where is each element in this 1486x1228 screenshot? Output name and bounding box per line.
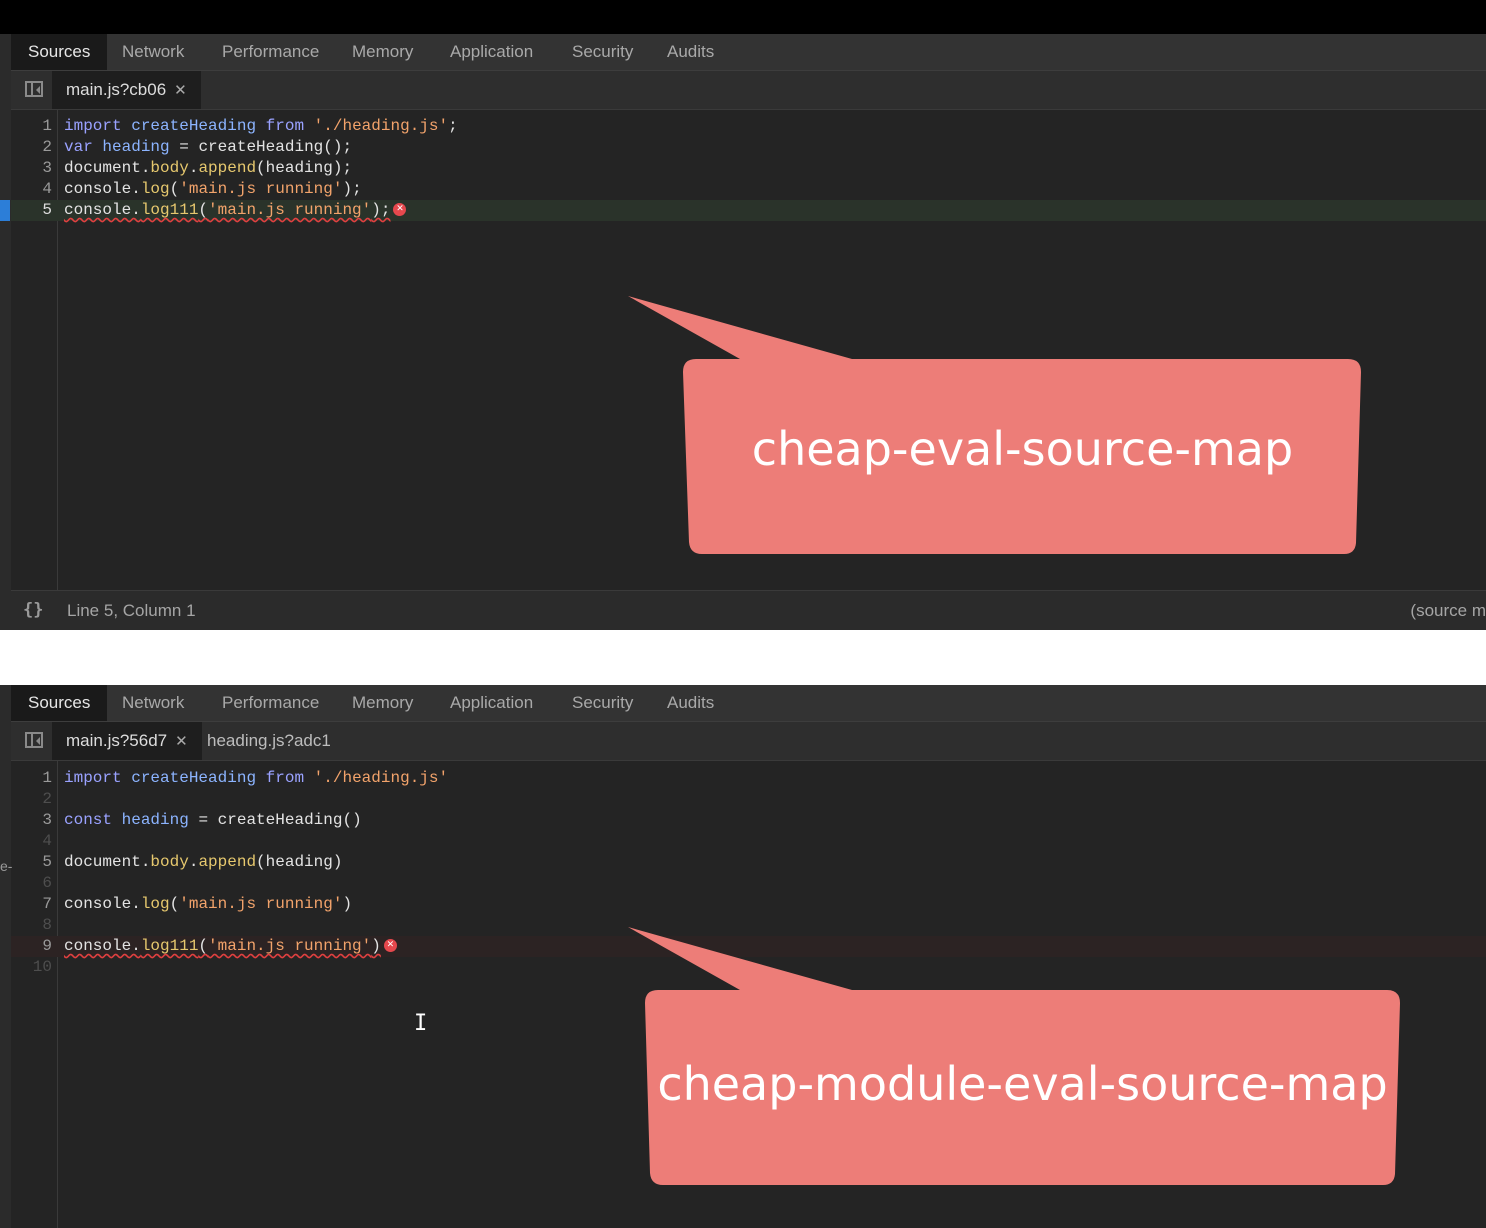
code-line: 1 import createHeading from './heading.j… — [11, 768, 1486, 789]
code-text: console.log111('main.js running'); ✕ — [64, 200, 407, 221]
code-line: 6 — [11, 873, 1486, 894]
tab-application[interactable]: Application — [433, 685, 550, 721]
code-line: 1 import createHeading from './heading.j… — [11, 116, 1486, 137]
tab-application[interactable]: Application — [433, 34, 550, 70]
file-tab-label: heading.js?adc1 — [207, 731, 331, 750]
code-line: 3 const heading = createHeading() — [11, 810, 1486, 831]
line-number: 1 — [42, 117, 52, 135]
callout-text: cheap-eval-source-map — [751, 422, 1294, 476]
tab-performance[interactable]: Performance — [205, 685, 336, 721]
code-text: console.log('main.js running'); — [64, 180, 362, 198]
error-icon[interactable]: ✕ — [393, 203, 407, 217]
close-icon[interactable]: ✕ — [175, 733, 188, 750]
code-line-error: 5 console.log111('main.js running'); ✕ — [0, 200, 1486, 221]
text-cursor-icon: I — [414, 1011, 428, 1036]
line-number: 5 — [42, 853, 52, 871]
error-icon[interactable]: ✕ — [383, 939, 397, 953]
tab-security[interactable]: Security — [555, 34, 650, 70]
code-line: 4 console.log('main.js running'); — [11, 179, 1486, 200]
file-tabbar: main.js?56d7 ✕ heading.js?adc1 — [11, 722, 1486, 761]
callout-bubble: cheap-module-eval-source-map — [620, 927, 1410, 1189]
tab-network[interactable]: Network — [105, 685, 201, 721]
code-line: 7 console.log('main.js running') — [11, 894, 1486, 915]
code-text: import createHeading from './heading.js' — [64, 769, 449, 787]
tab-memory[interactable]: Memory — [335, 685, 430, 721]
line-number: 5 — [42, 201, 52, 219]
callout-bubble: cheap-eval-source-map — [620, 296, 1365, 558]
line-number: 2 — [42, 138, 52, 156]
code-line: 2 var heading = createHeading(); — [11, 137, 1486, 158]
code-text: console.log111('main.js running') ✕ — [64, 936, 397, 957]
sidebar-toggle-icon[interactable] — [25, 732, 43, 748]
close-icon[interactable]: ✕ — [174, 82, 187, 99]
file-tab[interactable]: heading.js?adc1 — [193, 722, 345, 760]
line-number: 6 — [42, 874, 52, 892]
line-number: 1 — [42, 769, 52, 787]
code-text: var heading = createHeading(); — [64, 138, 353, 156]
file-tab[interactable]: main.js?56d7 ✕ — [52, 722, 202, 760]
code-text: console.log('main.js running') — [64, 895, 353, 913]
file-tabbar: main.js?cb06 ✕ — [11, 71, 1486, 110]
status-bar: {} Line 5, Column 1 (source m — [11, 590, 1486, 630]
code-line: 3 document.body.append(heading); — [11, 158, 1486, 179]
file-tab-label: main.js?cb06 — [66, 80, 167, 99]
tab-security[interactable]: Security — [555, 685, 650, 721]
cursor-position: Line 5, Column 1 — [67, 601, 196, 620]
devtools-tabbar: Sources Network Performance Memory Appli… — [11, 685, 1486, 722]
code-text: import createHeading from './heading.js'… — [64, 117, 458, 135]
code-text: const heading = createHeading() — [64, 811, 362, 829]
line-number: 7 — [42, 895, 52, 913]
devtools-panel-top: Sources Network Performance Memory Appli… — [0, 34, 1486, 630]
tab-network[interactable]: Network — [105, 34, 201, 70]
file-tab[interactable]: main.js?cb06 ✕ — [52, 71, 201, 109]
tab-memory[interactable]: Memory — [335, 34, 430, 70]
line-number: 9 — [42, 937, 52, 955]
tab-sources[interactable]: Sources — [11, 34, 108, 70]
line-number: 8 — [42, 916, 52, 934]
tab-audits[interactable]: Audits — [650, 34, 731, 70]
tab-sources[interactable]: Sources — [11, 685, 108, 721]
line-number: 3 — [42, 811, 52, 829]
tab-performance[interactable]: Performance — [205, 34, 336, 70]
side-label-fragment: e- — [0, 858, 13, 874]
source-map-status[interactable]: (source m — [1410, 601, 1486, 621]
callout-text: cheap-module-eval-source-map — [657, 1057, 1388, 1111]
file-tab-label: main.js?56d7 — [66, 731, 168, 750]
line-number: 2 — [42, 790, 52, 808]
code-line: 5 document.body.append(heading) — [11, 852, 1486, 873]
line-number: 10 — [32, 958, 52, 976]
tab-audits[interactable]: Audits — [650, 685, 731, 721]
line-number: 3 — [42, 159, 52, 177]
line-number: 4 — [42, 180, 52, 198]
code-text: document.body.append(heading); — [64, 159, 353, 177]
code-line: 2 — [11, 789, 1486, 810]
devtools-tabbar: Sources Network Performance Memory Appli… — [11, 34, 1486, 71]
code-line: 4 — [11, 831, 1486, 852]
devtools-panel-bottom: Sources Network Performance Memory Appli… — [0, 685, 1486, 1228]
code-text: document.body.append(heading) — [64, 853, 343, 871]
pretty-print-icon[interactable]: {} — [23, 600, 43, 620]
breakpoint-marker[interactable] — [0, 200, 10, 221]
line-number: 4 — [42, 832, 52, 850]
sidebar-toggle-icon[interactable] — [25, 81, 43, 97]
